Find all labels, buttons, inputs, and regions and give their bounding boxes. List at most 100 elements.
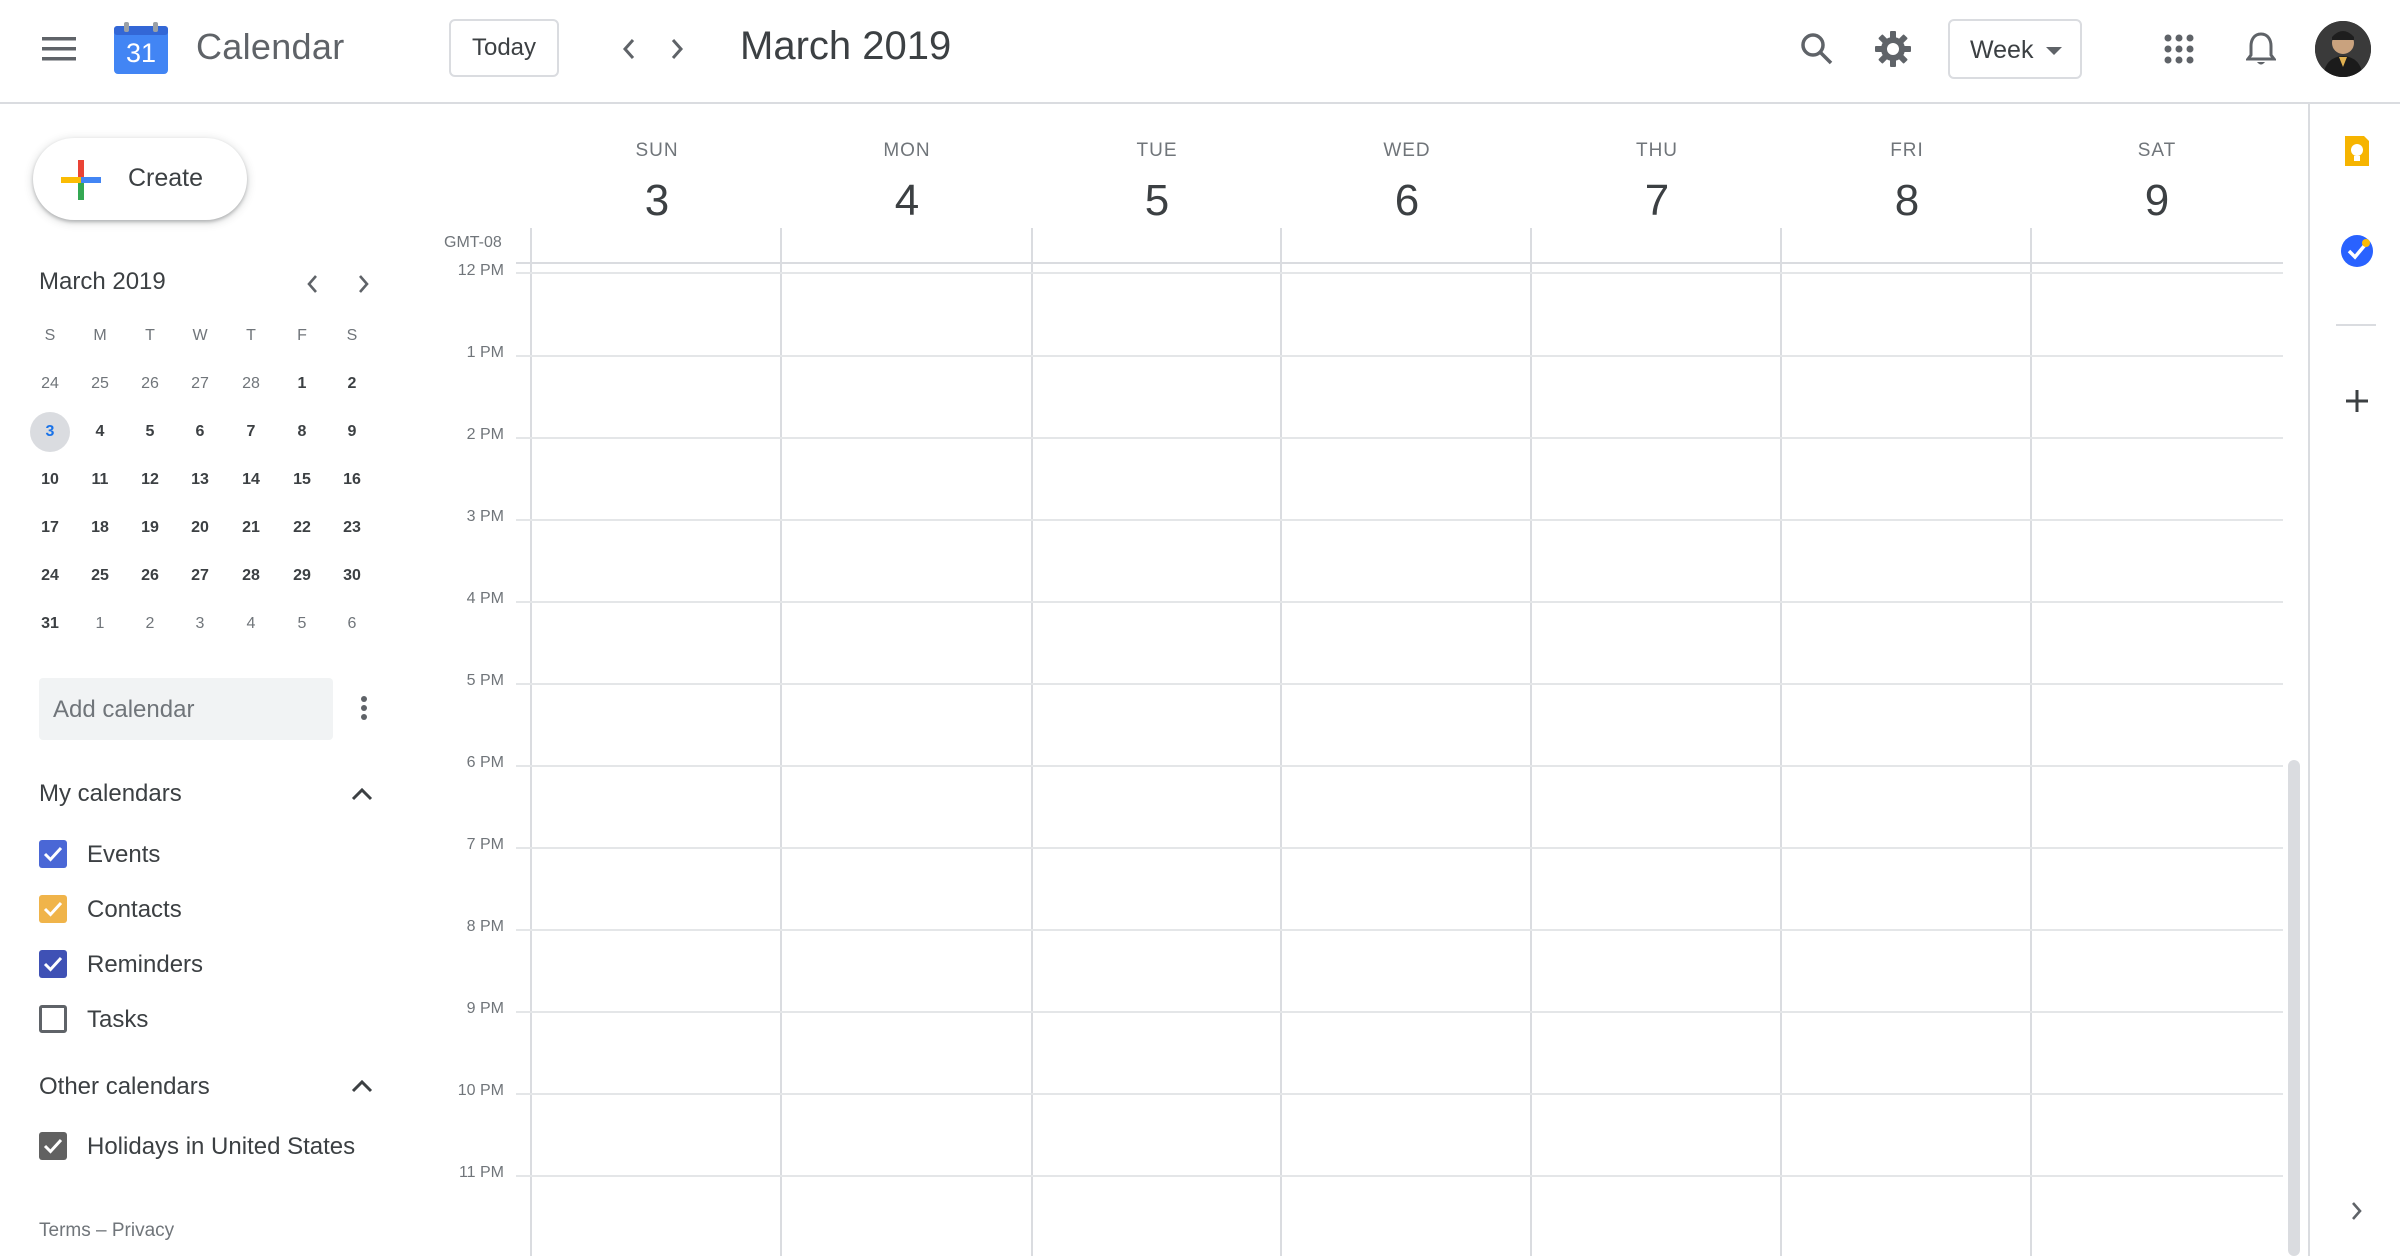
- privacy-link[interactable]: Privacy: [112, 1220, 174, 1241]
- previous-period-button[interactable]: [604, 24, 654, 74]
- day-header-sat[interactable]: SAT 9: [2032, 140, 2282, 226]
- mini-day[interactable]: 24: [30, 556, 70, 596]
- mini-day[interactable]: 22: [282, 508, 322, 548]
- day-number[interactable]: 9: [2032, 176, 2282, 226]
- mini-day[interactable]: 25: [80, 556, 120, 596]
- mini-day[interactable]: 23: [332, 508, 372, 548]
- mini-day[interactable]: 7: [231, 412, 271, 452]
- mini-day[interactable]: 4: [231, 604, 271, 644]
- mini-day[interactable]: 1: [80, 604, 120, 644]
- mini-day[interactable]: 29: [282, 556, 322, 596]
- keep-button[interactable]: [2334, 128, 2380, 174]
- create-event-button[interactable]: Create: [33, 138, 247, 220]
- day-number[interactable]: 8: [1782, 176, 2032, 226]
- day-number[interactable]: 7: [1532, 176, 1782, 226]
- mini-day[interactable]: 31: [30, 604, 70, 644]
- mini-day[interactable]: 25: [80, 364, 120, 404]
- keep-bulb-icon: [2345, 136, 2369, 166]
- mini-day[interactable]: 5: [130, 412, 170, 452]
- main-menu-button[interactable]: [32, 22, 86, 76]
- chevron-left-icon: [307, 275, 317, 293]
- mini-day[interactable]: 27: [180, 364, 220, 404]
- mini-day[interactable]: 5: [282, 604, 322, 644]
- mini-day[interactable]: 24: [30, 364, 70, 404]
- mini-day[interactable]: 19: [130, 508, 170, 548]
- top-app-bar: 31 Calendar Today March 2019 Week: [0, 0, 2400, 104]
- search-button[interactable]: [1790, 22, 1844, 76]
- hour-label: 1 PM: [466, 344, 504, 361]
- side-panel-expand-button[interactable]: [2334, 1188, 2380, 1234]
- mini-day[interactable]: 13: [180, 460, 220, 500]
- tasks-button[interactable]: [2334, 228, 2380, 274]
- mini-day[interactable]: 6: [180, 412, 220, 452]
- timezone-label: GMT-08: [444, 234, 502, 251]
- my-calendars-header[interactable]: My calendars: [39, 780, 182, 808]
- mini-day[interactable]: 21: [231, 508, 271, 548]
- settings-button[interactable]: [1866, 22, 1920, 76]
- mini-day[interactable]: 1: [282, 364, 322, 404]
- mini-day[interactable]: 6: [332, 604, 372, 644]
- mini-day[interactable]: 28: [231, 556, 271, 596]
- day-header-sun[interactable]: SUN 3: [532, 140, 782, 226]
- mini-day[interactable]: 20: [180, 508, 220, 548]
- chevron-up-icon: [351, 787, 373, 801]
- mini-dow-label: S: [44, 327, 56, 344]
- day-number[interactable]: 5: [1032, 176, 1282, 226]
- mini-day[interactable]: 2: [332, 364, 372, 404]
- mini-day[interactable]: 26: [130, 556, 170, 596]
- get-add-ons-button[interactable]: [2334, 378, 2380, 424]
- apps-launcher-button[interactable]: [2152, 22, 2206, 76]
- checkbox-checked-icon[interactable]: [39, 840, 67, 868]
- mini-day[interactable]: 17: [30, 508, 70, 548]
- day-header-tue[interactable]: TUE 5: [1032, 140, 1282, 226]
- terms-link[interactable]: Terms: [39, 1220, 91, 1241]
- mini-day[interactable]: 9: [332, 412, 372, 452]
- mini-calendar-next-button[interactable]: [344, 264, 384, 304]
- other-calendars-collapse-button[interactable]: [342, 1066, 382, 1106]
- side-panel-divider: [2336, 324, 2376, 326]
- checkbox-unchecked-icon[interactable]: [39, 1005, 67, 1033]
- calendar-logo[interactable]: 31: [112, 22, 170, 76]
- mini-day[interactable]: 8: [282, 412, 322, 452]
- checkbox-checked-icon[interactable]: [39, 1132, 67, 1160]
- day-header-mon[interactable]: MON 4: [782, 140, 1032, 226]
- day-header-fri[interactable]: FRI 8: [1782, 140, 2032, 226]
- mini-day[interactable]: 18: [80, 508, 120, 548]
- view-switcher-dropdown[interactable]: Week: [1948, 19, 2082, 79]
- checkbox-checked-icon[interactable]: [39, 895, 67, 923]
- grid-scrollbar[interactable]: [2288, 760, 2300, 1256]
- day-number[interactable]: 6: [1282, 176, 1532, 226]
- mini-calendar-prev-button[interactable]: [292, 264, 332, 304]
- mini-day[interactable]: 12: [130, 460, 170, 500]
- today-button[interactable]: Today: [449, 19, 559, 77]
- mini-day[interactable]: 3: [180, 604, 220, 644]
- mini-day[interactable]: 27: [180, 556, 220, 596]
- mini-day[interactable]: 10: [30, 460, 70, 500]
- add-calendar-more-button[interactable]: [344, 688, 384, 728]
- mini-day[interactable]: 30: [332, 556, 372, 596]
- mini-day[interactable]: 28: [231, 364, 271, 404]
- mini-day[interactable]: 15: [282, 460, 322, 500]
- day-number[interactable]: 4: [782, 176, 1032, 226]
- add-calendar-input[interactable]: Add calendar: [39, 678, 333, 740]
- mini-day[interactable]: 26: [130, 364, 170, 404]
- hour-label: 11 PM: [458, 1164, 504, 1181]
- mini-day[interactable]: 2: [130, 604, 170, 644]
- mini-day-today[interactable]: 3: [30, 412, 70, 452]
- hour-gridline: [516, 355, 2283, 357]
- mini-day[interactable]: 11: [80, 460, 120, 500]
- mini-day[interactable]: 14: [231, 460, 271, 500]
- my-calendars-collapse-button[interactable]: [342, 774, 382, 814]
- search-icon: [1801, 33, 1833, 65]
- account-avatar[interactable]: [2315, 21, 2371, 77]
- checkbox-checked-icon[interactable]: [39, 950, 67, 978]
- next-period-button[interactable]: [652, 24, 702, 74]
- mini-day[interactable]: 16: [332, 460, 372, 500]
- day-of-week: WED: [1383, 140, 1431, 161]
- day-header-wed[interactable]: WED 6: [1282, 140, 1532, 226]
- mini-day[interactable]: 4: [80, 412, 120, 452]
- day-header-thu[interactable]: THU 7: [1532, 140, 1782, 226]
- day-number[interactable]: 3: [532, 176, 782, 226]
- other-calendars-header[interactable]: Other calendars: [39, 1073, 210, 1101]
- notifications-button[interactable]: [2234, 22, 2288, 76]
